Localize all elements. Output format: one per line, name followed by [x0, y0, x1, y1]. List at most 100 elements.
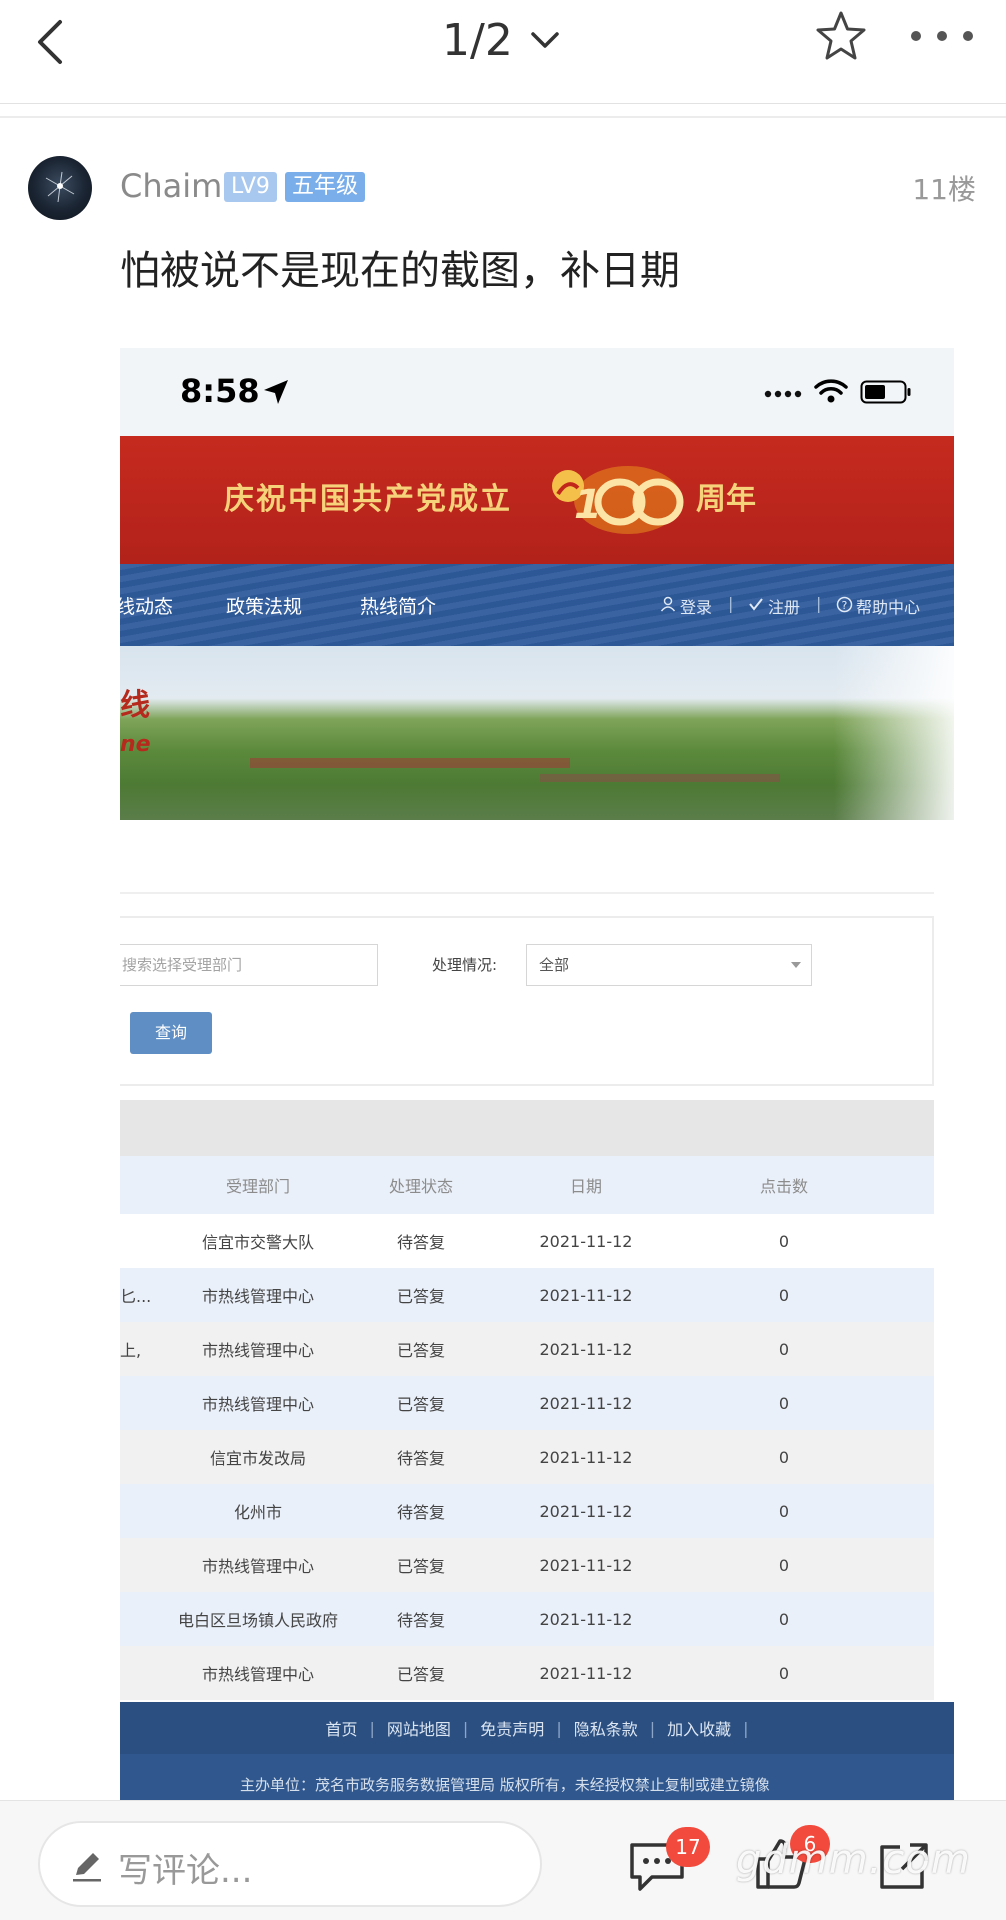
user-icon: [660, 596, 676, 612]
register-link[interactable]: 注册: [768, 594, 800, 618]
footer-link-home[interactable]: 首页: [325, 1716, 357, 1740]
nav-separator: |: [728, 594, 734, 613]
table-row[interactable]: 信宜市交警大队 待答复 2021-11-12 0: [120, 1214, 934, 1268]
star-icon[interactable]: [812, 8, 870, 66]
status-time: 8:58: [180, 372, 260, 410]
footer-separator: |: [369, 1718, 375, 1738]
nav-item-hotline-news[interactable]: 线动态: [120, 592, 173, 619]
row-clicks: 0: [778, 1447, 790, 1467]
page-indicator[interactable]: 1/2: [442, 8, 563, 72]
row-title-fragment: [120, 1592, 160, 1646]
post-text: 怕被说不是现在的截图，补日期: [120, 248, 680, 294]
row-department: 电白区旦场镇人民政府: [177, 1611, 338, 1630]
row-status: 已答复: [396, 1665, 445, 1684]
comment-input[interactable]: 写评论...: [38, 1821, 542, 1907]
row-date: 2021-11-12: [539, 1555, 633, 1575]
row-date: 2021-11-12: [539, 1231, 633, 1251]
row-title-fragment: 上,: [120, 1341, 142, 1360]
query-button[interactable]: 查询: [130, 1012, 212, 1054]
hero-subtitle-fragment: ne: [120, 732, 151, 757]
site-footer-info: 主办单位：茂名市政务服务数据管理局 版权所有，未经授权禁止复制或建立镜像: [120, 1754, 954, 1800]
party-100-emblem-icon: 1: [552, 466, 684, 534]
hero-title-fragment: 线: [120, 688, 150, 723]
footer-separator: |: [649, 1718, 656, 1738]
row-title-fragment: [120, 1538, 160, 1592]
divider: [0, 116, 1006, 118]
row-department: 信宜市发改局: [209, 1449, 306, 1468]
row-title-fragment: [120, 1484, 160, 1538]
row-department: 市热线管理中心: [201, 1665, 314, 1684]
results-table: 受理部门 处理状态 日期 点击数 信宜市交警大队 待答复 2021-11-12 …: [120, 1100, 934, 1700]
row-date: 2021-11-12: [539, 1609, 633, 1629]
footer-separator: |: [743, 1718, 749, 1738]
nav-item-hotline-intro[interactable]: 热线简介: [360, 592, 436, 619]
login-link[interactable]: 登录: [680, 594, 712, 618]
footer-link-sitemap[interactable]: 网站地图: [387, 1716, 451, 1740]
row-department: 市热线管理中心: [201, 1395, 314, 1414]
celebration-banner: 庆祝中国共产党成立 1 周年: [120, 436, 954, 564]
site-nav-bar: 线动态 政策法规 热线简介 登录 | 注册 | ? 帮助中心: [120, 564, 954, 646]
hero-image: 线 ne: [120, 646, 954, 820]
comment-count-badge: 17: [666, 1827, 710, 1867]
row-department: 化州市: [233, 1503, 282, 1522]
row-status: 已答复: [396, 1557, 445, 1576]
back-arrow-icon[interactable]: [26, 10, 86, 70]
hero-fade: [834, 646, 954, 820]
status-bar: 8:58: [120, 348, 954, 436]
attached-screenshot[interactable]: 8:58 庆祝中国共产党成立 1 周年 线动态 政策法规 热线简介 登录 | 注…: [120, 348, 954, 1800]
row-clicks: 0: [778, 1393, 790, 1413]
footer-separator: |: [556, 1718, 562, 1738]
help-icon: ?: [836, 596, 853, 613]
row-title-fragment: [120, 1214, 160, 1268]
page-indicator-label: 1/2: [442, 14, 513, 66]
status-filter-label: 处理情况:: [432, 956, 498, 974]
table-row[interactable]: 电白区旦场镇人民政府 待答复 2021-11-12 0: [120, 1592, 934, 1646]
row-clicks: 0: [778, 1339, 790, 1359]
row-date: 2021-11-12: [539, 1501, 633, 1521]
avatar[interactable]: [28, 156, 92, 220]
table-row[interactable]: 市热线管理中心 已答复 2021-11-12 0: [120, 1538, 934, 1592]
nav-separator: |: [816, 594, 822, 613]
banner-text-right: 周年: [696, 482, 756, 517]
row-title-fragment: 匕...: [120, 1287, 152, 1306]
header-clicks: 点击数: [759, 1177, 808, 1196]
row-status: 已答复: [396, 1395, 445, 1414]
location-arrow-icon: [264, 380, 288, 404]
row-clicks: 0: [778, 1231, 790, 1251]
comment-placeholder: 写评论...: [118, 1851, 253, 1891]
table-row[interactable]: 上, 市热线管理中心 已答复 2021-11-12 0: [120, 1322, 934, 1376]
row-date: 2021-11-12: [539, 1393, 633, 1413]
signal-icon: [764, 390, 802, 398]
row-clicks: 0: [778, 1663, 790, 1683]
footer-separator: |: [462, 1718, 469, 1738]
footer-link-disclaimer[interactable]: 免责声明: [480, 1716, 544, 1740]
row-status: 待答复: [396, 1449, 445, 1468]
status-filter-select[interactable]: 全部: [526, 944, 812, 986]
level-badge: LV9: [224, 172, 277, 202]
wifi-icon: [814, 379, 848, 403]
status-filter-value: 全部: [539, 956, 570, 974]
table-row[interactable]: 市热线管理中心 已答复 2021-11-12 0: [120, 1646, 934, 1700]
footer-link-privacy[interactable]: 隐私条款: [574, 1716, 638, 1740]
nav-item-policy[interactable]: 政策法规: [226, 592, 302, 619]
row-department: 市热线管理中心: [201, 1341, 314, 1360]
username[interactable]: Chaim: [120, 166, 222, 206]
footer-copyright: 主办单位：茂名市政务服务数据管理局 版权所有，未经授权禁止复制或建立镜像: [240, 1776, 770, 1794]
footer-link-bookmark[interactable]: 加入收藏: [667, 1716, 731, 1740]
check-icon: [749, 598, 763, 611]
row-clicks: 0: [778, 1285, 790, 1305]
row-clicks: 0: [778, 1501, 790, 1521]
row-clicks: 0: [778, 1609, 790, 1629]
table-row[interactable]: 化州市 待答复 2021-11-12 0: [120, 1484, 934, 1538]
table-row[interactable]: 市热线管理中心 已答复 2021-11-12 0: [120, 1376, 934, 1430]
banner-text-left: 庆祝中国共产党成立: [224, 482, 512, 517]
row-clicks: 0: [778, 1555, 790, 1575]
department-search-input[interactable]: 搜索选择受理部门: [120, 944, 378, 986]
table-row[interactable]: 匕... 市热线管理中心 已答复 2021-11-12 0: [120, 1268, 934, 1322]
table-row[interactable]: 信宜市发改局 待答复 2021-11-12 0: [120, 1430, 934, 1484]
pen-icon: [73, 1853, 101, 1882]
header-department: 受理部门: [225, 1177, 290, 1196]
site-watermark: gdmm.com: [736, 1837, 971, 1883]
more-icon[interactable]: [908, 24, 976, 48]
help-center-link[interactable]: 帮助中心: [856, 594, 920, 618]
